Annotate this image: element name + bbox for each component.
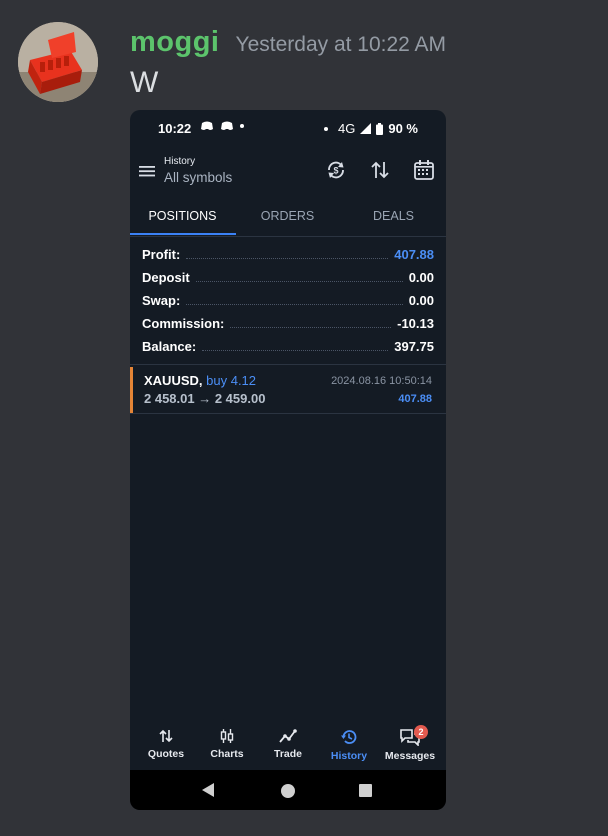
bottom-navigation: Quotes Charts Trade History 2 Messages: [130, 724, 446, 770]
summary-row-commission: Commission: -10.13: [142, 313, 434, 333]
active-tab-indicator: [130, 233, 236, 235]
symbol-name: XAUUSD,: [144, 373, 203, 388]
back-icon[interactable]: [202, 783, 215, 797]
nav-label: Messages: [384, 750, 436, 762]
status-time: 10:22: [158, 121, 192, 136]
currency-refresh-icon[interactable]: $: [324, 158, 348, 182]
position-time: 2024.08.16 10:50:14: [331, 375, 432, 387]
quotes-icon: [159, 729, 173, 743]
recent-apps-icon[interactable]: [359, 784, 372, 797]
summary-label: Balance:: [142, 338, 197, 354]
position-row[interactable]: XAUUSD, buy 4.12 2 458.01 → 2 459.00 202…: [130, 367, 446, 414]
summary-value: 0.00: [408, 292, 434, 308]
summary-row-swap: Swap: 0.00: [142, 290, 434, 310]
nav-quotes[interactable]: Quotes: [136, 728, 196, 760]
message-header: moggi Yesterday at 10:22 AM: [130, 26, 446, 59]
charts-icon: [220, 729, 234, 743]
symbol-filter[interactable]: All symbols: [164, 170, 232, 185]
history-tabs: POSITIONS ORDERS DEALS: [130, 200, 446, 237]
summary-value: 0.00: [408, 269, 434, 285]
summary-value: 407.88: [394, 246, 434, 262]
signal-icon: [360, 123, 372, 134]
battery-level: 90 %: [388, 121, 418, 136]
nav-label: History: [330, 750, 368, 762]
message-timestamp: Yesterday at 10:22 AM: [235, 33, 447, 56]
position-side: buy 4.12: [206, 373, 257, 388]
position-symbol: XAUUSD, buy 4.12: [144, 373, 256, 388]
app-bar: History All symbols $: [130, 148, 446, 198]
summary-label: Commission:: [142, 315, 225, 331]
summary-value: 397.75: [394, 338, 434, 354]
svg-text:$: $: [333, 166, 338, 176]
home-icon[interactable]: [281, 784, 295, 798]
position-profit: 407.88: [398, 393, 432, 405]
sort-icon[interactable]: [368, 158, 392, 182]
unread-badge: 2: [414, 725, 428, 739]
summary-label: Deposit: [142, 269, 190, 285]
summary-value: -10.13: [397, 315, 434, 331]
network-type: 4G: [338, 121, 356, 136]
nav-label: Charts: [210, 748, 244, 760]
system-navigation-bar: [130, 770, 446, 810]
screenshot-attachment[interactable]: 10:22 4G 90 % History All symbols $ POSI…: [130, 110, 446, 810]
battery-icon: [376, 122, 384, 135]
username[interactable]: moggi: [130, 26, 220, 59]
discord-notification-icon: [201, 121, 213, 130]
page-title: History: [164, 156, 196, 167]
message-text: W: [130, 66, 159, 99]
notification-dot: [324, 126, 329, 131]
status-bar: 10:22 4G 90 %: [130, 110, 446, 146]
nav-label: Trade: [273, 748, 302, 760]
history-icon: [341, 730, 357, 744]
tab-orders[interactable]: ORDERS: [235, 209, 340, 223]
position-prices: 2 458.01 → 2 459.00: [144, 391, 266, 406]
nav-label: Quotes: [147, 748, 185, 760]
summary-row-profit: Profit: 407.88: [142, 244, 434, 264]
summary-label: Swap:: [142, 292, 181, 308]
tab-deals[interactable]: DEALS: [341, 209, 446, 223]
summary-label: Profit:: [142, 246, 181, 262]
avatar[interactable]: [18, 22, 98, 102]
nav-history[interactable]: History: [319, 728, 379, 762]
summary-row-balance: Balance: 397.75: [142, 336, 434, 356]
nav-charts[interactable]: Charts: [197, 728, 257, 760]
account-summary: Profit: 407.88 Deposit 0.00 Swap: 0.00 C…: [130, 236, 446, 365]
trade-icon: [279, 729, 297, 743]
hamburger-menu-icon[interactable]: [138, 162, 156, 180]
tab-positions[interactable]: POSITIONS: [130, 209, 235, 223]
nav-trade[interactable]: Trade: [258, 728, 318, 760]
red-box-image: [18, 22, 98, 102]
summary-row-deposit: Deposit 0.00: [142, 267, 434, 287]
buy-indicator-bar: [130, 367, 133, 413]
nav-messages[interactable]: 2 Messages: [380, 725, 440, 762]
discord-notification-icon: [221, 121, 233, 130]
calendar-icon[interactable]: [412, 158, 436, 182]
notification-dot: [240, 124, 244, 128]
